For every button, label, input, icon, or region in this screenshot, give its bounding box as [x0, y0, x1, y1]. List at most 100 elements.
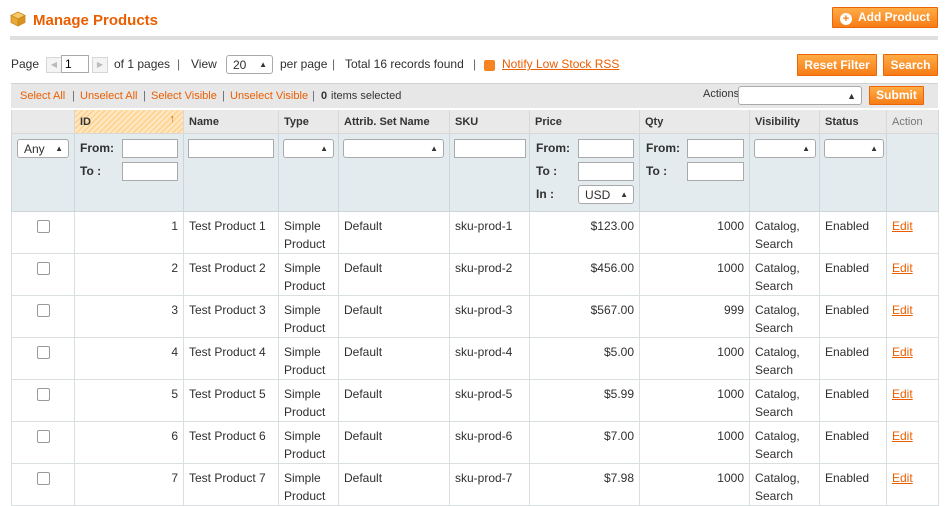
name-filter-input[interactable]	[188, 139, 274, 158]
search-button[interactable]: Search	[883, 54, 938, 76]
row-checkbox[interactable]	[36, 388, 50, 401]
row-sku: sku-prod-3	[455, 303, 513, 317]
id-from-input[interactable]	[122, 139, 178, 158]
row-edit-link[interactable]: Edit	[892, 261, 913, 275]
status-filter-select[interactable]: ▲	[824, 139, 884, 158]
row-name: Test Product 1	[189, 219, 266, 233]
row-name: Test Product 2	[189, 261, 266, 275]
row-attrib-set: Default	[344, 261, 383, 275]
row-price: $456.00	[590, 261, 634, 275]
prev-page-icon[interactable]: ◀	[46, 57, 62, 73]
type-filter-select[interactable]: ▲	[283, 139, 334, 158]
page-number-input[interactable]	[61, 55, 89, 73]
row-visibility: Catalog, Search	[755, 429, 800, 461]
row-attrib-set: Default	[344, 219, 383, 233]
row-price: $123.00	[590, 219, 634, 233]
row-checkbox[interactable]	[36, 472, 50, 485]
unselect-visible-link[interactable]: Unselect Visible	[230, 90, 308, 102]
row-edit-link[interactable]: Edit	[892, 387, 913, 401]
page-label: Page	[11, 57, 40, 71]
table-row: 1 Test Product 1 Simple Product Default sku-…	[11, 211, 939, 254]
reset-filter-button[interactable]: Reset Filter	[797, 54, 877, 76]
filter-row: Any ▲ From: To : ▲ ▲ From: To : In : USD ▲…	[11, 133, 939, 212]
row-checkbox[interactable]	[36, 346, 50, 359]
view-label: View	[191, 57, 217, 71]
row-checkbox[interactable]	[36, 304, 50, 317]
row-edit-link[interactable]: Edit	[892, 429, 913, 443]
row-price: $567.00	[590, 303, 634, 317]
row-edit-link[interactable]: Edit	[892, 345, 913, 359]
per-page-select[interactable]: 20 ▲	[226, 55, 273, 74]
currency-select[interactable]: USD ▲	[578, 185, 634, 204]
row-attrib-set: Default	[344, 387, 383, 401]
row-checkbox[interactable]	[36, 220, 50, 233]
row-qty: 1000	[717, 261, 744, 275]
sku-filter-input[interactable]	[454, 139, 526, 158]
attrib-set-filter-select[interactable]: ▲	[343, 139, 444, 158]
col-header-id[interactable]: ID ↑	[74, 110, 184, 134]
row-price: $5.00	[603, 345, 634, 359]
col-header-qty[interactable]: Qty	[639, 110, 750, 134]
row-type: Simple Product	[284, 345, 326, 377]
row-price: $7.00	[603, 429, 634, 443]
products-grid: ID ↑ Name Type Attrib. Set Name SKU Price…	[11, 110, 939, 506]
row-checkbox[interactable]	[36, 430, 50, 443]
of-pages-label: of 1 pages	[114, 57, 171, 71]
qty-from-input[interactable]	[687, 139, 744, 158]
submit-button[interactable]: Submit	[869, 86, 924, 105]
row-id: 2	[171, 261, 178, 275]
select-visible-link[interactable]: Select Visible	[151, 90, 217, 102]
row-type: Simple Product	[284, 261, 326, 293]
qty-to-input[interactable]	[687, 162, 744, 181]
select-caret-icon: ▲	[620, 190, 628, 199]
massaction-filter-select[interactable]: Any ▲	[17, 139, 69, 158]
col-header-name[interactable]: Name	[183, 110, 279, 134]
table-row: 6 Test Product 6 Simple Product Default sku-…	[11, 421, 939, 464]
row-edit-link[interactable]: Edit	[892, 303, 913, 317]
price-from-input[interactable]	[578, 139, 634, 158]
col-header-price[interactable]: Price	[529, 110, 640, 134]
row-sku: sku-prod-2	[455, 261, 513, 275]
row-id: 7	[171, 471, 178, 485]
col-header-attrib-set[interactable]: Attrib. Set Name	[338, 110, 450, 134]
row-name: Test Product 7	[189, 471, 266, 485]
add-product-label: Add Product	[858, 10, 930, 24]
page-header: Manage Products	[10, 6, 938, 40]
row-name: Test Product 3	[189, 303, 266, 317]
select-all-link[interactable]: Select All	[20, 90, 65, 102]
row-edit-link[interactable]: Edit	[892, 471, 913, 485]
row-attrib-set: Default	[344, 345, 383, 359]
col-header-type[interactable]: Type	[278, 110, 339, 134]
row-qty: 1000	[717, 471, 744, 485]
row-visibility: Catalog, Search	[755, 387, 800, 419]
row-status: Enabled	[825, 471, 870, 485]
row-sku: sku-prod-4	[455, 345, 513, 359]
row-status: Enabled	[825, 219, 870, 233]
add-product-button[interactable]: + Add Product	[832, 7, 938, 28]
id-to-input[interactable]	[122, 162, 178, 181]
rss-icon	[484, 60, 495, 71]
col-header-visibility[interactable]: Visibility	[749, 110, 820, 134]
next-page-icon[interactable]: ▶	[92, 57, 108, 73]
row-status: Enabled	[825, 261, 870, 275]
unselect-all-link[interactable]: Unselect All	[80, 90, 137, 102]
table-row: 7 Test Product 7 Simple Product Default sku-…	[11, 463, 939, 506]
per-page-label: per page	[280, 57, 328, 71]
col-header-sku[interactable]: SKU	[449, 110, 530, 134]
col-header-status[interactable]: Status	[819, 110, 887, 134]
select-caret-icon: ▲	[320, 144, 328, 153]
sort-up-icon: ↑	[169, 113, 176, 125]
plus-icon: +	[840, 13, 852, 25]
select-caret-icon: ▲	[430, 144, 438, 153]
row-sku: sku-prod-6	[455, 429, 513, 443]
row-checkbox[interactable]	[36, 262, 50, 275]
price-to-input[interactable]	[578, 162, 634, 181]
rss-link[interactable]: Notify Low Stock RSS	[502, 54, 619, 74]
row-edit-link[interactable]: Edit	[892, 219, 913, 233]
row-qty: 1000	[717, 345, 744, 359]
row-qty: 999	[723, 303, 744, 317]
actions-select[interactable]: ▲	[738, 86, 862, 105]
row-name: Test Product 4	[189, 345, 266, 359]
visibility-filter-select[interactable]: ▲	[754, 139, 816, 158]
row-qty: 1000	[717, 219, 744, 233]
